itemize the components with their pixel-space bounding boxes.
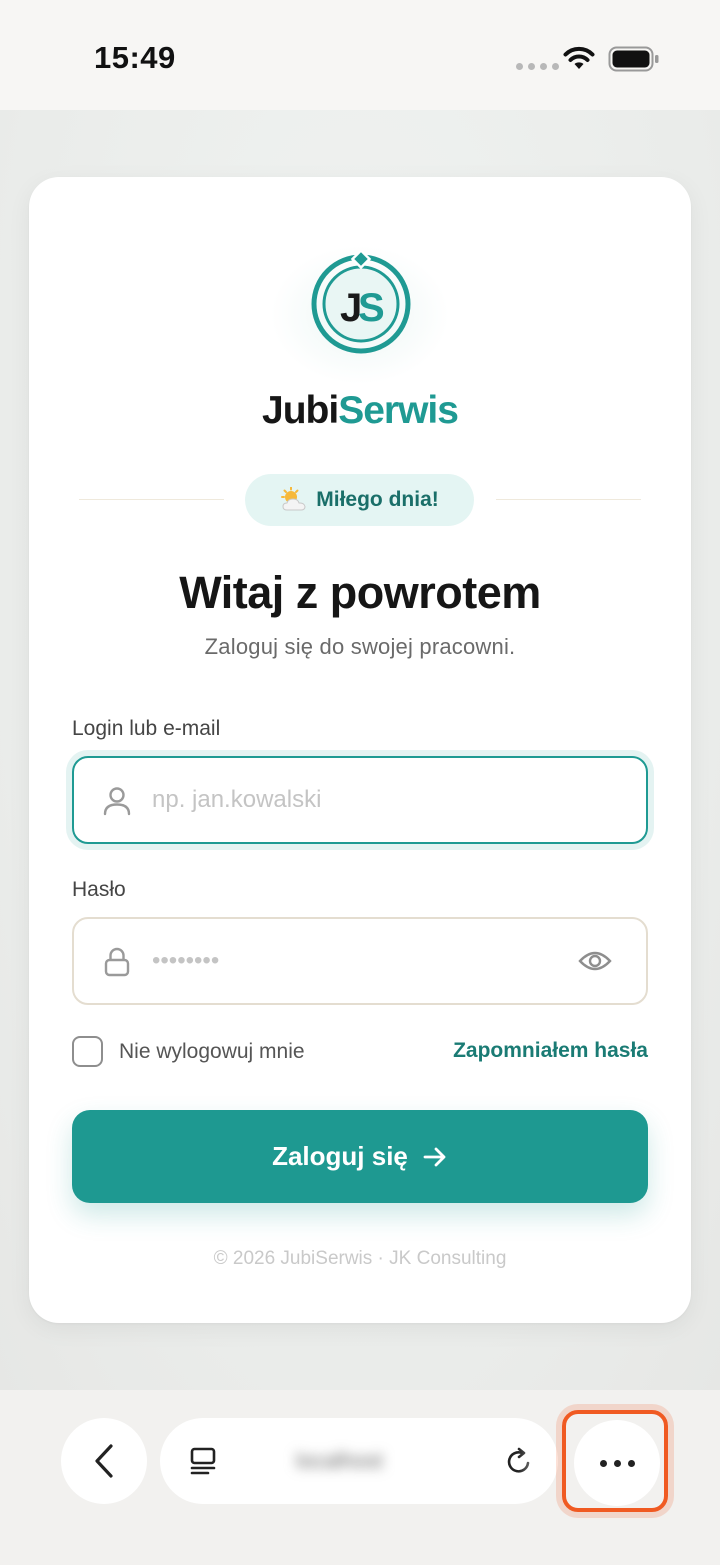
password-field[interactable] [72, 917, 648, 1005]
brand-name-part2: Serwis [338, 389, 459, 432]
address-bar[interactable]: localhost [160, 1418, 558, 1504]
divider-right [496, 499, 641, 500]
signal-dots-icon [516, 63, 559, 70]
divider-left [79, 499, 224, 500]
brand-name: JubiSerwis [29, 389, 691, 433]
brand-logo-icon: J S [311, 251, 411, 354]
sun-behind-cloud-icon [281, 487, 306, 511]
login-button-label: Zaloguj się [272, 1141, 408, 1171]
footer-copyright: © 2026 JubiSerwis · JK Consulting [213, 1248, 507, 1269]
back-button[interactable] [61, 1418, 147, 1504]
status-bar: 15:49 [0, 0, 720, 110]
status-time: 15:49 [94, 40, 176, 75]
wifi-icon [563, 46, 595, 69]
page-title: Witaj z powrotem [179, 567, 541, 618]
forgot-password-link[interactable]: Zapomniałem hasła [453, 1039, 648, 1063]
more-dot-icon [599, 1459, 607, 1467]
more-options-button[interactable] [574, 1420, 660, 1506]
arrow-right-icon [423, 1147, 446, 1166]
url-text[interactable]: localhost [296, 1448, 383, 1474]
chevron-left-icon [95, 1444, 113, 1478]
password-label: Hasło [72, 878, 126, 901]
remember-me[interactable]: Nie wylogowuj mnie [72, 1036, 305, 1067]
username-input[interactable] [152, 758, 552, 842]
more-dot-icon [613, 1459, 621, 1467]
username-label: Login lub e-mail [72, 717, 221, 740]
battery-icon [608, 46, 659, 72]
remember-me-label[interactable]: Nie wylogowuj mnie [119, 1040, 305, 1064]
more-dot-icon [627, 1459, 635, 1467]
password-input[interactable] [152, 919, 552, 1003]
username-field[interactable] [72, 756, 648, 844]
page-subtitle: Zaloguj się do swojej pracowni. [204, 634, 516, 659]
greeting-text: Miłego dnia! [316, 488, 439, 511]
tabs-icon[interactable] [188, 1445, 220, 1477]
login-button[interactable]: Zaloguj się [72, 1110, 648, 1203]
user-icon [103, 787, 131, 816]
lock-icon [104, 947, 130, 977]
remember-me-checkbox[interactable] [72, 1036, 103, 1067]
greeting-badge: Miłego dnia! [245, 474, 474, 526]
brand-name-part1: Jubi [262, 389, 339, 432]
login-card: J S JubiSerwis Miłego dnia! Witaj z powr… [29, 177, 691, 1323]
address-bar-fade [518, 1418, 558, 1504]
browser-toolbar: localhost [0, 1390, 720, 1565]
svg-text:S: S [358, 286, 385, 330]
show-password-icon[interactable] [578, 946, 612, 976]
